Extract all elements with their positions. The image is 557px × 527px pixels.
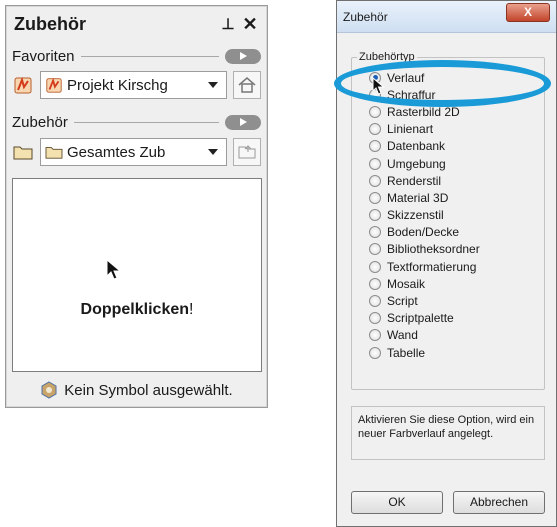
radio-button[interactable] [369, 329, 381, 342]
folder-icon [12, 141, 34, 163]
radio-button[interactable] [369, 277, 381, 290]
chevron-down-icon[interactable] [208, 82, 218, 88]
radio-label: Rasterbild 2D [387, 104, 460, 119]
favoriten-label: Favoriten [12, 47, 75, 65]
radio-label: Linienart [387, 122, 434, 137]
zubehoer-palette: Zubehör ⊥ ✕ Favoriten Projekt Kirschg Zu… [5, 5, 268, 408]
radio-label: Script [387, 294, 418, 309]
radio-label: Renderstil [387, 173, 442, 188]
zubehoer-section: Zubehör [12, 112, 261, 132]
radio-label: Skizzenstil [387, 208, 444, 223]
project-icon [46, 77, 62, 93]
mouse-cursor-icon [106, 259, 122, 280]
symbol-icon [41, 381, 57, 399]
radio-option-skizzenstil[interactable]: Skizzenstil [369, 207, 480, 224]
folder-up-button[interactable] [233, 138, 261, 166]
palette-titlebar: Zubehör ⊥ ✕ [6, 6, 267, 42]
radio-button[interactable] [369, 243, 381, 256]
radio-label: Bibliotheksordner [387, 242, 480, 257]
home-icon [238, 77, 256, 93]
radio-label: Datenbank [387, 139, 446, 154]
favoriten-row: Projekt Kirschg [12, 70, 261, 100]
radio-option-wand[interactable]: Wand [369, 327, 480, 344]
divider [80, 55, 219, 57]
radio-label: Material 3D [387, 190, 449, 205]
radio-label: Tabelle [387, 345, 426, 360]
radio-option-umgebung[interactable]: Umgebung [369, 155, 480, 172]
preview-hint-rest: ! [189, 301, 194, 318]
radio-option-renderstil[interactable]: Renderstil [369, 172, 480, 189]
radio-button[interactable] [369, 346, 381, 359]
project-icon [12, 74, 34, 96]
radio-button[interactable] [369, 191, 381, 204]
home-button[interactable] [233, 71, 261, 99]
radio-option-bibliotheksordner[interactable]: Bibliotheksordner [369, 241, 480, 258]
radio-label: Mosaik [387, 276, 426, 291]
zubehoer-combo-value: Gesamtes Zub [67, 143, 166, 161]
radio-button[interactable] [369, 260, 381, 273]
radio-option-scriptpalette[interactable]: Scriptpalette [369, 310, 480, 327]
mouse-cursor-icon [372, 77, 385, 95]
radio-option-linienart[interactable]: Linienart [369, 121, 480, 138]
radio-label: Boden/Decke [387, 225, 460, 240]
folder-icon [45, 147, 63, 159]
radio-option-mosaik[interactable]: Mosaik [369, 275, 480, 292]
favoriten-expand-button[interactable] [225, 48, 261, 64]
radio-button[interactable] [369, 226, 381, 239]
radio-button[interactable] [369, 123, 381, 136]
radio-option-textformatierung[interactable]: Textformatierung [369, 258, 480, 275]
radio-button[interactable] [369, 174, 381, 187]
zubehoer-combo[interactable]: Gesamtes Zub [40, 138, 227, 166]
dialog-titlebar: Zubehör X [337, 1, 556, 33]
radio-label: Textformatierung [387, 259, 477, 274]
radio-button[interactable] [369, 209, 381, 222]
divider [73, 121, 219, 123]
favoriten-combo[interactable]: Projekt Kirschg [40, 71, 227, 99]
radio-option-material-3d[interactable]: Material 3D [369, 189, 480, 206]
zubehoer-row: Gesamtes Zub [12, 137, 261, 167]
dialog-close-button[interactable]: X [506, 3, 550, 22]
folder-open-icon [238, 145, 256, 159]
dialog-title: Zubehör [343, 10, 388, 24]
pin-icon[interactable]: ⊥ [219, 15, 237, 33]
ok-button[interactable]: OK [351, 491, 443, 514]
palette-title: Zubehör [14, 13, 86, 34]
radio-option-boden-decke[interactable]: Boden/Decke [369, 224, 480, 241]
radio-button[interactable] [369, 105, 381, 118]
preview-hint: Doppelklicken! [13, 301, 261, 319]
radio-option-tabelle[interactable]: Tabelle [369, 344, 480, 361]
radio-label: Scriptpalette [387, 311, 454, 326]
radio-button[interactable] [369, 312, 381, 325]
radio-label: Umgebung [387, 156, 446, 171]
zubehoertyp-radio-list: Verlauf Schraffur Rasterbild 2D Linienar… [369, 69, 480, 361]
radio-option-datenbank[interactable]: Datenbank [369, 138, 480, 155]
option-hint: Aktivieren Sie diese Option, wird ein ne… [351, 406, 545, 460]
favoriten-combo-value: Projekt Kirschg [67, 76, 168, 94]
radio-button[interactable] [369, 295, 381, 308]
radio-button[interactable] [369, 140, 381, 153]
radio-button[interactable] [369, 157, 381, 170]
chevron-down-icon[interactable] [208, 149, 218, 155]
radio-option-script[interactable]: Script [369, 292, 480, 309]
cancel-button[interactable]: Abbrechen [453, 491, 545, 514]
status-bar: Kein Symbol ausgewählt. [12, 376, 261, 404]
highlight-ellipse [334, 60, 551, 107]
status-text: Kein Symbol ausgewählt. [64, 381, 233, 399]
radio-label: Wand [387, 328, 418, 343]
favoriten-section: Favoriten [12, 46, 261, 66]
zubehoer-label: Zubehör [12, 113, 68, 131]
preview-hint-bold: Doppelklicken [80, 301, 190, 318]
zubehoer-expand-button[interactable] [225, 114, 261, 130]
close-icon[interactable]: ✕ [241, 14, 259, 35]
symbol-preview[interactable]: Doppelklicken! [12, 178, 262, 372]
